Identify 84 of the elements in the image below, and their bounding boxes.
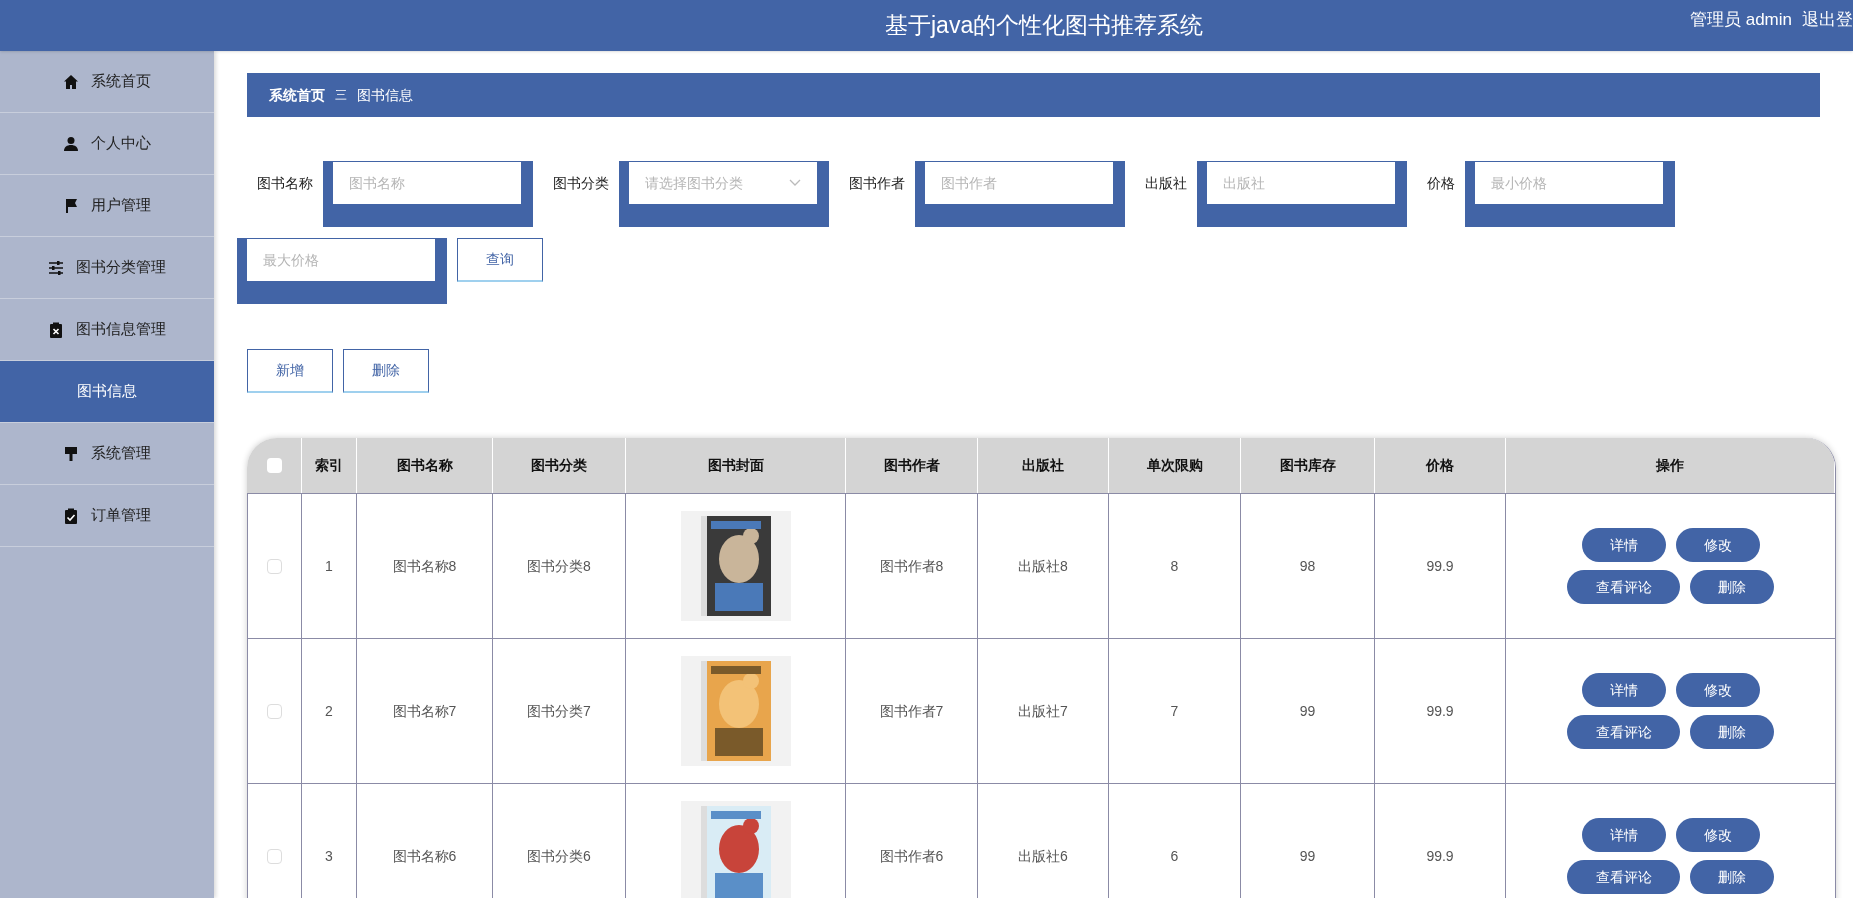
table-cell: 图书作者6 — [846, 784, 978, 898]
table-cell: 8 — [1109, 494, 1241, 638]
checkbox[interactable] — [267, 558, 282, 574]
table-cell: 3 — [302, 784, 357, 898]
input-field[interactable]: 最小价格 — [1475, 162, 1663, 204]
column-header: 价格 — [1375, 438, 1506, 493]
column-header: 图书库存 — [1241, 438, 1375, 493]
column-header: 出版社 — [978, 438, 1109, 493]
comments-button[interactable]: 查看评论 — [1567, 860, 1680, 894]
sidebar-item[interactable]: 个人中心 — [0, 113, 214, 175]
checkbox[interactable] — [267, 703, 282, 719]
sidebar-item[interactable]: 系统管理 — [0, 423, 214, 485]
edit-button[interactable]: 修改 — [1675, 673, 1760, 707]
table-cell: 出版社6 — [978, 784, 1109, 898]
stamp-icon — [63, 445, 79, 462]
delete-button[interactable]: 删除 — [1690, 570, 1774, 604]
edit-button[interactable]: 修改 — [1675, 818, 1760, 852]
table-cell: 图书名称8 — [357, 494, 493, 638]
breadcrumb-link[interactable]: 系统首页 — [269, 84, 325, 106]
sidebar-item[interactable]: 订单管理 — [0, 485, 214, 547]
comments-button[interactable]: 查看评论 — [1567, 715, 1680, 749]
input-field[interactable]: 图书作者 — [925, 162, 1113, 204]
app-title: 基于java的个性化图书推荐系统 — [885, 11, 1204, 40]
search-button[interactable]: 查询 — [457, 238, 543, 282]
table-cell: 99.9 — [1375, 639, 1506, 783]
chevron-down-icon — [789, 179, 801, 187]
table-cell: 1 — [302, 494, 357, 638]
table-cell: 出版社7 — [978, 639, 1109, 783]
table-cell: 图书名称7 — [357, 639, 493, 783]
table-cell: 7 — [1109, 639, 1241, 783]
table-cell: 图书作者7 — [846, 639, 978, 783]
table-cell: 2 — [302, 639, 357, 783]
sidebar-item[interactable]: 图书分类管理 — [0, 237, 214, 299]
table-cell: 99.9 — [1375, 494, 1506, 638]
user-icon — [63, 135, 79, 152]
field-label: 图书分类 — [552, 174, 610, 193]
delete-button[interactable]: 删除 — [1690, 715, 1774, 749]
input-field[interactable]: 图书名称 — [333, 162, 521, 204]
flag-icon — [63, 197, 79, 214]
column-header: 索引 — [302, 438, 357, 493]
column-header: 操作 — [1506, 438, 1835, 493]
clipboard-check-icon — [63, 507, 79, 524]
table-cell: 图书分类6 — [493, 784, 626, 898]
table-cell: 图书名称6 — [357, 784, 493, 898]
comments-button[interactable]: 查看评论 — [1567, 570, 1680, 604]
sidebar-item[interactable]: 系统首页 — [0, 51, 214, 113]
checkbox[interactable] — [266, 458, 282, 473]
add-button[interactable]: 新增 — [247, 349, 333, 393]
table-cell: 6 — [1109, 784, 1241, 898]
input-field[interactable]: 出版社 — [1207, 162, 1395, 204]
column-header: 图书作者 — [846, 438, 978, 493]
details-button[interactable]: 详情 — [1581, 818, 1666, 852]
table-cell: 99 — [1241, 639, 1375, 783]
breadcrumb-separator: 三 — [335, 87, 347, 104]
delete-button[interactable]: 删除 — [1690, 860, 1774, 894]
field-label: 出版社 — [1144, 174, 1188, 193]
column-header: 图书封面 — [626, 438, 846, 493]
table-cell: 99.9 — [1375, 784, 1506, 898]
table-cell: 图书作者8 — [846, 494, 978, 638]
input-field[interactable]: 最大价格 — [247, 239, 435, 281]
field-label: 图书作者 — [848, 174, 906, 193]
field-label: 价格 — [1426, 174, 1456, 193]
edit-button[interactable]: 修改 — [1675, 528, 1760, 562]
sliders-icon — [48, 259, 64, 276]
field-label: 图书名称 — [256, 174, 314, 193]
delete-button[interactable]: 删除 — [343, 349, 429, 393]
logout-link[interactable]: 退出登 — [1802, 6, 1853, 33]
breadcrumb-link[interactable]: 图书信息 — [357, 84, 413, 106]
sidebar-item[interactable]: 用户管理 — [0, 175, 214, 237]
details-button[interactable]: 详情 — [1581, 673, 1666, 707]
table-cell: 99 — [1241, 784, 1375, 898]
table-cell: 图书分类8 — [493, 494, 626, 638]
details-button[interactable]: 详情 — [1581, 528, 1666, 562]
home-icon — [63, 73, 79, 90]
clipboard-x-icon — [48, 321, 64, 338]
column-header: 图书分类 — [493, 438, 626, 493]
checkbox[interactable] — [267, 848, 282, 864]
admin-label: 管理员 admin — [1689, 8, 1792, 31]
column-header: 单次限购 — [1109, 438, 1241, 493]
column-header: 图书名称 — [357, 438, 493, 493]
table-cell: 出版社8 — [978, 494, 1109, 638]
table-cell: 图书分类7 — [493, 639, 626, 783]
sidebar-item[interactable]: 图书信息 — [0, 361, 214, 423]
table-cell: 98 — [1241, 494, 1375, 638]
